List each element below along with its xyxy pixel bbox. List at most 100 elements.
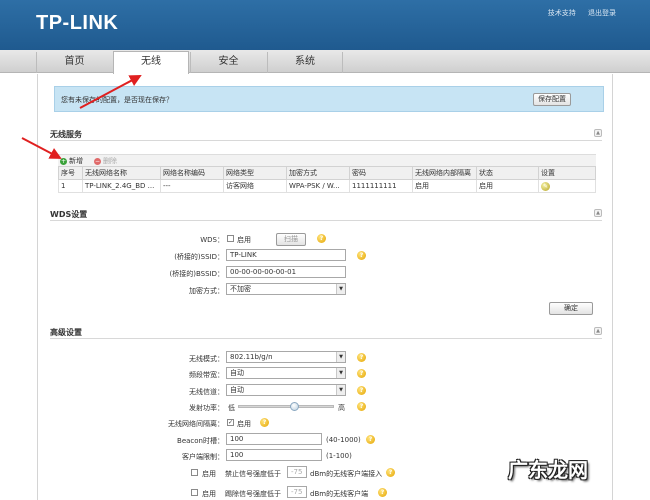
bandwidth-select[interactable]: 自动 ▼: [226, 367, 346, 379]
kick-signal-checkbox[interactable]: [191, 489, 198, 496]
collapse-icon[interactable]: ▲: [594, 129, 602, 137]
clients-input[interactable]: 100: [226, 449, 322, 461]
kick-signal-prefix: 踢除信号强度低于: [225, 490, 281, 498]
logout-link[interactable]: 退出登录: [588, 9, 616, 17]
watermark-logo: 广东龙网: [508, 458, 588, 482]
bandwidth-label: 频段带宽：: [189, 371, 224, 379]
top-links: 技术支持 退出登录: [538, 8, 616, 18]
col-encryption: 加密方式: [286, 166, 350, 180]
wds-label: WDS：: [200, 236, 224, 244]
divider: [50, 220, 602, 221]
col-ssid: 无线网络名称: [82, 166, 161, 180]
content-panel: 您有未保存的配置，是否现在保存？ 保存配置 无线服务 ▲ + 新增 − 删除 序号 …: [37, 74, 613, 500]
col-password: 密码: [349, 166, 413, 180]
collapse-icon[interactable]: ▲: [594, 209, 602, 217]
power-low-label: 低: [228, 404, 235, 412]
mode-select[interactable]: 802.11b/g/n ▼: [226, 351, 346, 363]
beacon-input[interactable]: 100: [226, 433, 322, 445]
save-config-button[interactable]: 保存配置: [533, 93, 571, 106]
kick-signal-input[interactable]: -75: [287, 486, 307, 498]
collapse-icon[interactable]: ▲: [594, 327, 602, 335]
power-slider-handle[interactable]: [289, 402, 299, 411]
divider: [50, 140, 602, 141]
clients-range: (1-100): [326, 452, 352, 460]
col-status: 状态: [476, 166, 539, 180]
wireless-section-title: 无线服务: [50, 130, 82, 139]
mode-label: 无线模式：: [189, 355, 224, 363]
col-network-type: 网络类型: [223, 166, 287, 180]
min-signal-enable-label: 启用: [202, 470, 216, 478]
cell-password: 1111111111: [349, 179, 413, 193]
edit-icon[interactable]: ✎: [541, 181, 550, 191]
isolation-checkbox[interactable]: ✓: [227, 419, 234, 426]
cell-type: 访客网络: [223, 179, 287, 193]
cell-ssid: TP-LINK_2.4G_BD ...: [82, 179, 161, 193]
bssid-input[interactable]: 00-00-00-00-00-01: [226, 266, 346, 278]
plus-icon: +: [60, 157, 67, 165]
power-high-label: 高: [338, 404, 345, 412]
help-icon[interactable]: ?: [357, 251, 366, 260]
wireless-table: 序号 无线网络名称 网络名称编码 网络类型 加密方式 密码 无线网络内部隔离 状…: [58, 166, 596, 193]
encryption-label: 加密方式：: [189, 287, 224, 295]
help-icon[interactable]: ?: [357, 402, 366, 411]
minus-icon: −: [94, 157, 101, 165]
channel-label: 无线信道：: [189, 388, 224, 396]
cell-status: 启用: [476, 179, 539, 193]
tab-home[interactable]: 首页: [36, 52, 112, 73]
help-icon[interactable]: ?: [357, 386, 366, 395]
col-settings: 设置: [538, 166, 596, 180]
help-icon[interactable]: ?: [386, 468, 395, 477]
cell-encryption: WPA-PSK / W...: [286, 179, 350, 193]
beacon-range: (40-1000): [326, 436, 361, 444]
cell-encoding: ---: [160, 179, 224, 193]
help-icon[interactable]: ?: [260, 418, 269, 427]
cell-index: 1: [58, 179, 83, 193]
tab-wireless[interactable]: 无线: [113, 51, 189, 74]
col-ssid-encoding: 网络名称编码: [160, 166, 224, 180]
power-label: 发射功率：: [189, 404, 224, 412]
wireless-toolbar: + 新增 − 删除: [58, 154, 596, 166]
col-isolation: 无线网络内部隔离: [412, 166, 477, 180]
help-icon[interactable]: ?: [357, 369, 366, 378]
add-button[interactable]: + 新增: [60, 156, 83, 166]
chevron-down-icon: ▼: [336, 368, 345, 378]
cell-isolation: 启用: [412, 179, 477, 193]
min-signal-checkbox[interactable]: [191, 469, 198, 476]
min-signal-suffix: dBm的无线客户端接入: [310, 470, 383, 478]
encryption-select[interactable]: 不加密 ▼: [226, 283, 346, 295]
main-nav: 首页 无线 安全 系统: [0, 50, 650, 74]
ssid-input[interactable]: TP-LINK: [226, 249, 346, 261]
channel-select[interactable]: 自动 ▼: [226, 384, 346, 396]
support-link[interactable]: 技术支持: [548, 9, 576, 17]
kick-signal-suffix: dBm的无线客户端: [310, 490, 369, 498]
divider: [50, 338, 602, 339]
confirm-button[interactable]: 确定: [549, 302, 593, 315]
bssid-label: (桥接的)BSSID：: [169, 270, 224, 278]
min-signal-prefix: 禁止信号强度低于: [225, 470, 281, 478]
power-slider-track[interactable]: [238, 405, 334, 408]
help-icon[interactable]: ?: [317, 234, 326, 243]
isolation-enable-label: 启用: [237, 420, 251, 428]
kick-signal-enable-label: 启用: [202, 490, 216, 498]
delete-button[interactable]: − 删除: [94, 156, 117, 166]
chevron-down-icon: ▼: [336, 284, 345, 294]
clients-label: 客户端限制：: [182, 453, 224, 461]
isolation-label: 无线网络间隔离：: [168, 420, 224, 428]
advanced-section-title: 高级设置: [50, 328, 82, 337]
scan-button[interactable]: 扫描: [276, 233, 306, 246]
tp-link-logo: TP-LINK: [36, 12, 119, 34]
min-signal-input[interactable]: -75: [287, 466, 307, 478]
chevron-down-icon: ▼: [336, 352, 345, 362]
tab-security[interactable]: 安全: [190, 52, 266, 73]
notice-text: 您有未保存的配置，是否现在保存？: [61, 96, 173, 104]
wds-enable-checkbox[interactable]: [227, 235, 234, 242]
col-index: 序号: [58, 166, 83, 180]
help-icon[interactable]: ?: [378, 488, 387, 497]
help-icon[interactable]: ?: [366, 435, 375, 444]
wds-enable-label: 启用: [237, 236, 251, 244]
tab-system[interactable]: 系统: [267, 52, 343, 73]
wds-section-title: WDS设置: [50, 210, 88, 219]
help-icon[interactable]: ?: [357, 353, 366, 362]
table-row: 1 TP-LINK_2.4G_BD ... --- 访客网络 WPA-PSK /…: [58, 179, 596, 193]
ssid-label: (桥接的)SSID：: [174, 253, 224, 261]
